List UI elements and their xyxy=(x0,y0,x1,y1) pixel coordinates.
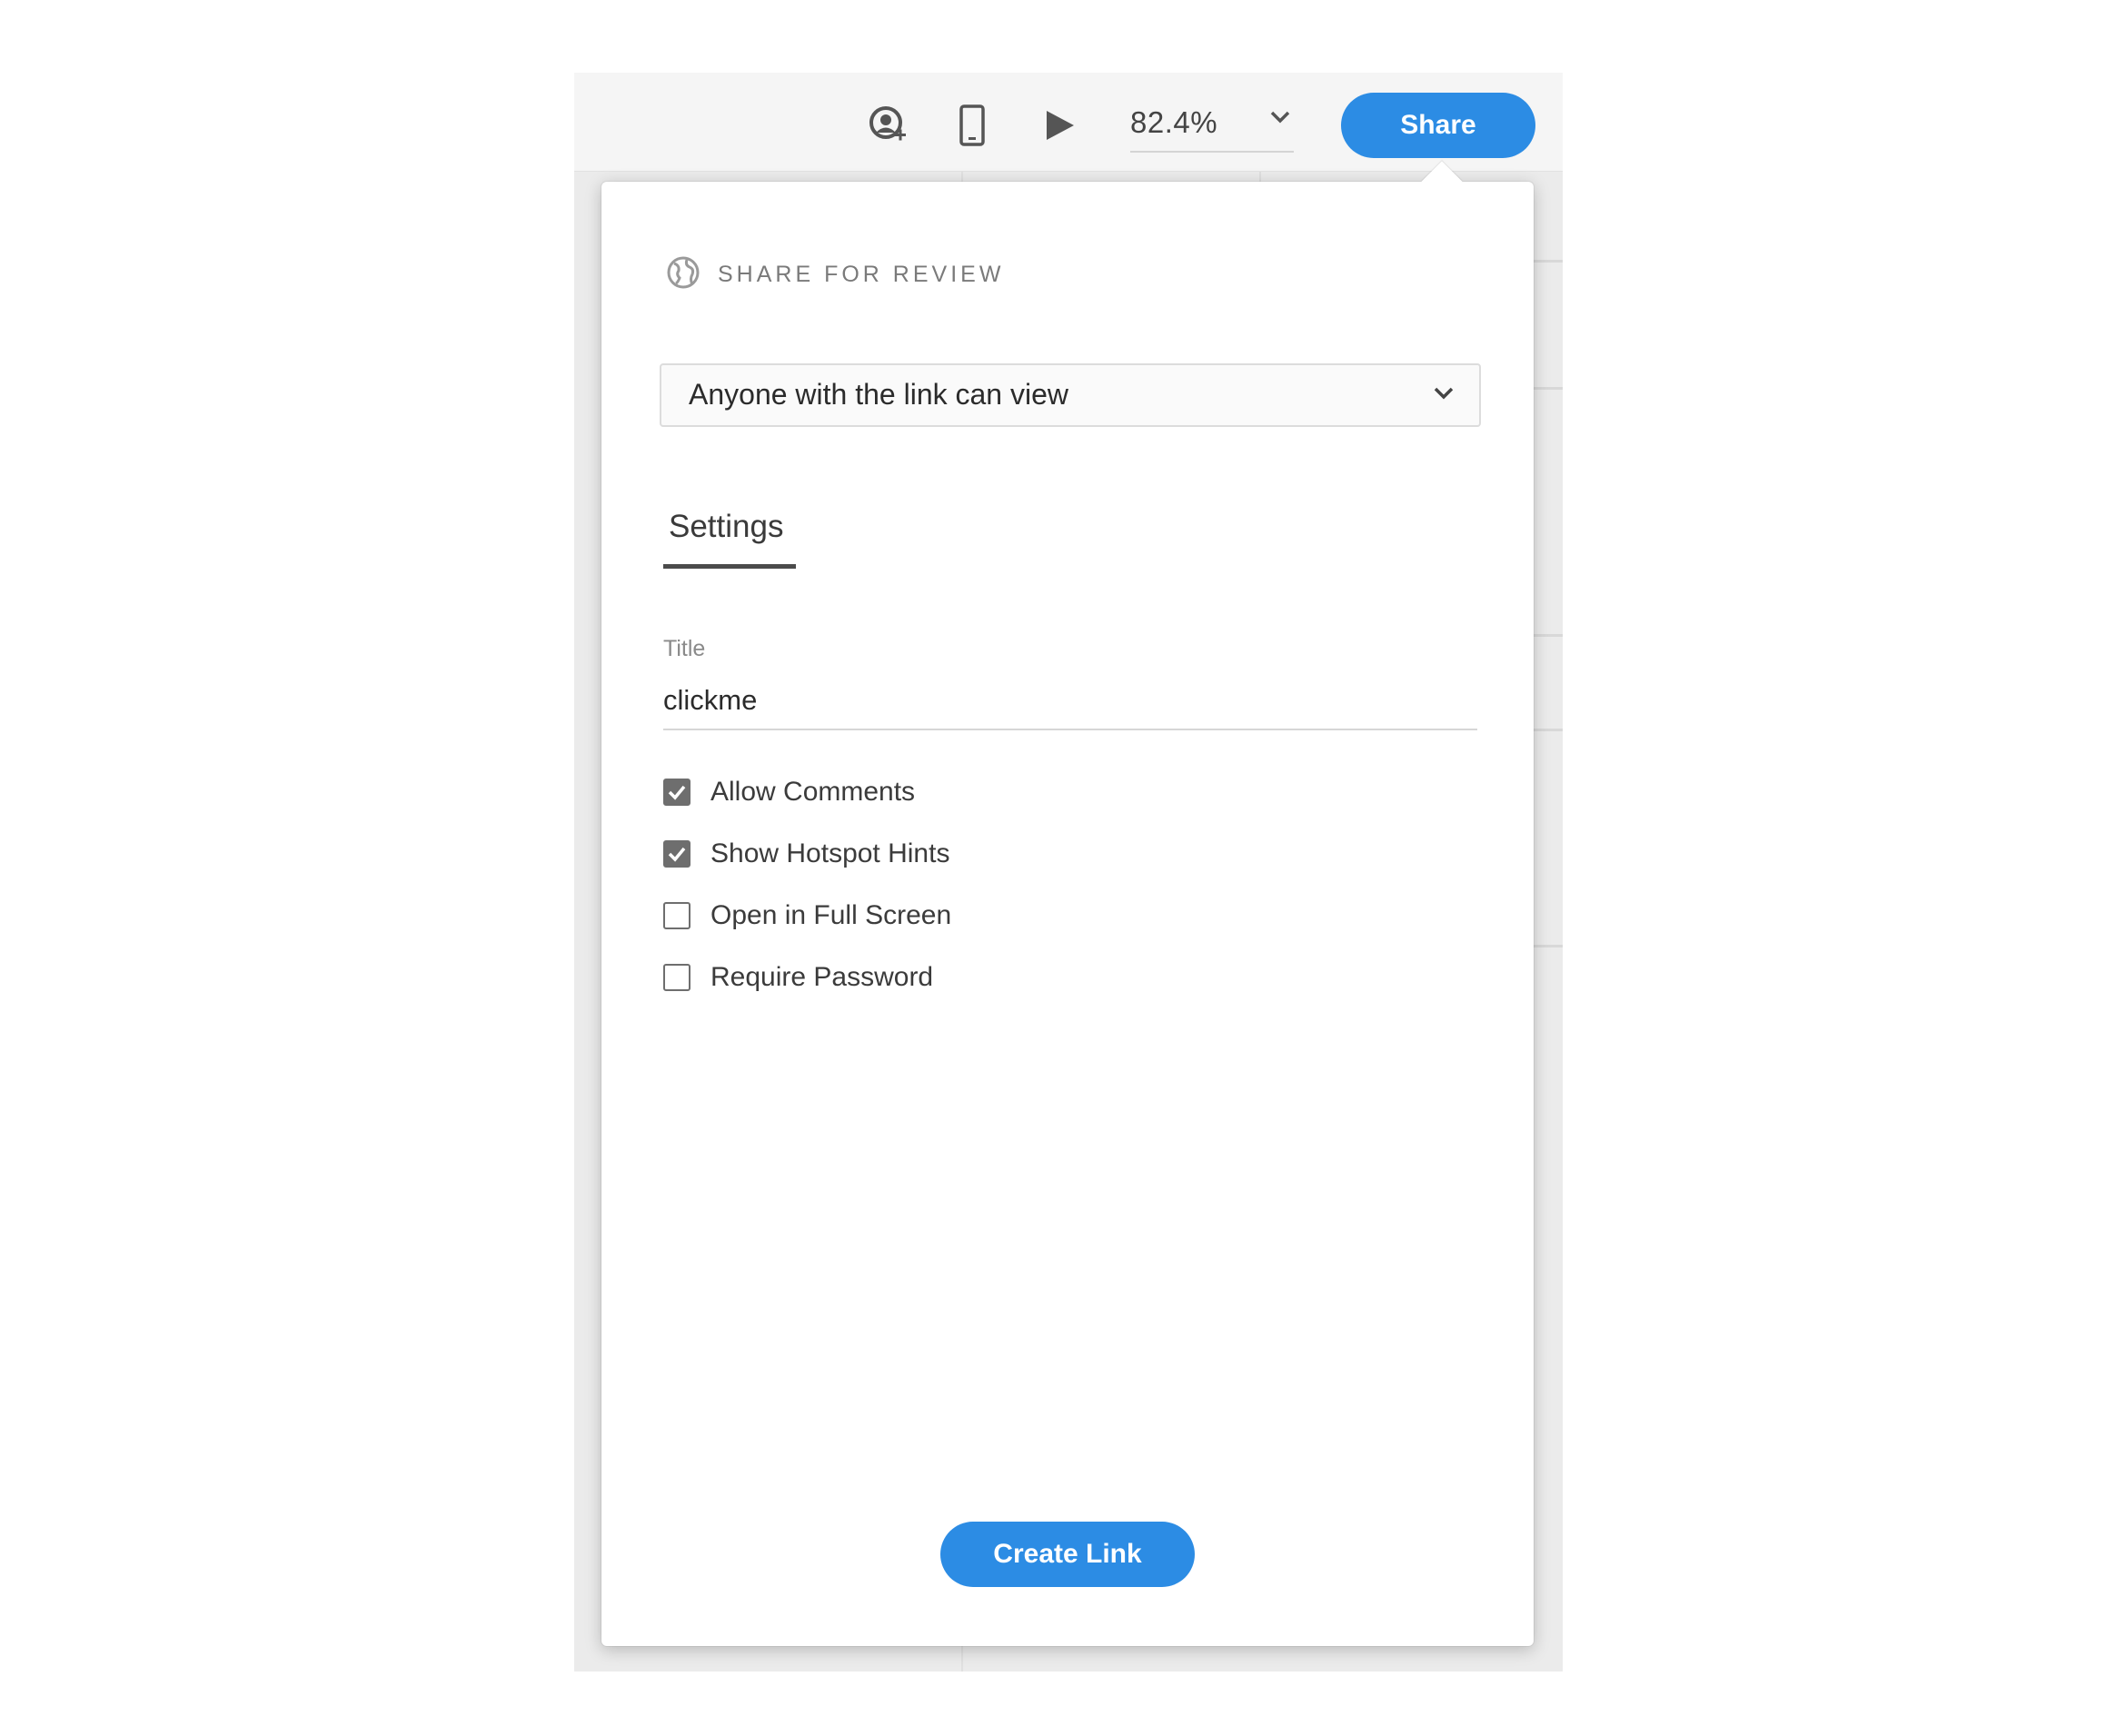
create-link-button[interactable]: Create Link xyxy=(940,1522,1195,1587)
invite-user-icon[interactable] xyxy=(861,100,916,151)
zoom-value: 82.4% xyxy=(1130,105,1218,139)
device-preview-icon[interactable] xyxy=(945,100,999,151)
checkbox-unchecked[interactable] xyxy=(663,902,690,929)
popover-title: SHARE FOR REVIEW xyxy=(718,261,1005,287)
tab-settings-label: Settings xyxy=(669,509,784,544)
checkbox-checked[interactable] xyxy=(663,840,690,868)
option-require-password[interactable]: Require Password xyxy=(663,957,933,997)
option-label: Show Hotspot Hints xyxy=(710,838,950,868)
share-popover: SHARE FOR REVIEW Anyone with the link ca… xyxy=(601,161,1534,1646)
play-icon[interactable] xyxy=(1032,100,1087,151)
chevron-down-icon xyxy=(1432,383,1455,408)
title-field-label: Title xyxy=(663,636,706,661)
access-level-select[interactable]: Anyone with the link can view xyxy=(660,363,1481,427)
access-level-value: Anyone with the link can view xyxy=(689,378,1068,411)
option-label: Open in Full Screen xyxy=(710,900,952,930)
popover-header: SHARE FOR REVIEW xyxy=(665,256,1004,293)
chevron-down-icon xyxy=(1268,107,1292,132)
option-open-in-full-screen[interactable]: Open in Full Screen xyxy=(663,896,951,936)
option-allow-comments[interactable]: Allow Comments xyxy=(663,772,915,812)
tab-settings[interactable]: Settings xyxy=(663,509,796,569)
zoom-dropdown[interactable]: 82.4% xyxy=(1130,100,1294,153)
option-label: Require Password xyxy=(710,962,934,992)
checkbox-checked[interactable] xyxy=(663,779,690,806)
title-input[interactable] xyxy=(663,672,1477,730)
toolbar: 82.4% Share xyxy=(574,73,1563,172)
option-show-hotspot-hints[interactable]: Show Hotspot Hints xyxy=(663,834,949,874)
active-tab-indicator xyxy=(663,564,796,569)
globe-icon xyxy=(665,254,701,295)
share-button[interactable]: Share xyxy=(1341,93,1535,158)
checkbox-unchecked[interactable] xyxy=(663,964,690,991)
option-label: Allow Comments xyxy=(710,777,916,807)
